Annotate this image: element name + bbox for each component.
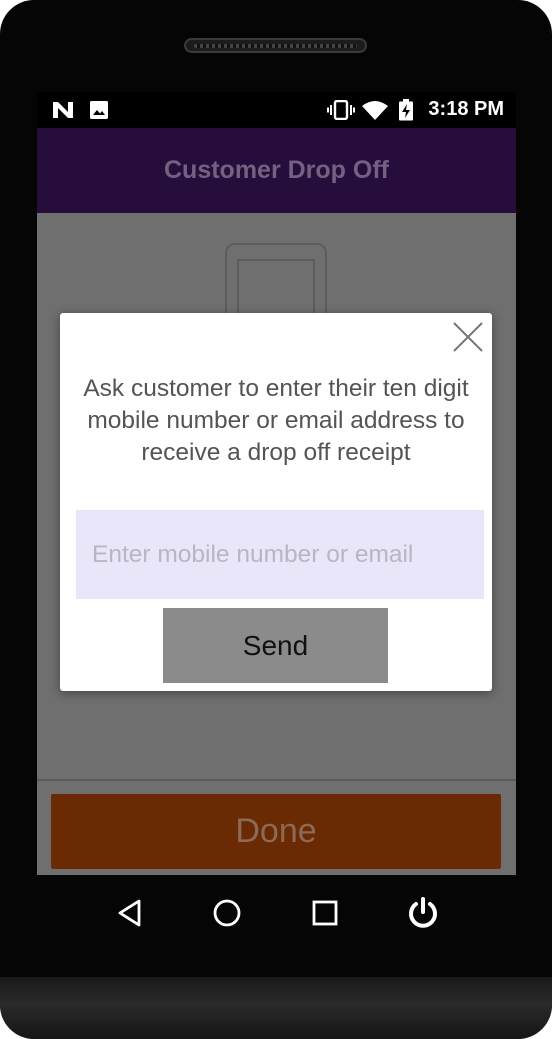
- done-button[interactable]: Done: [51, 794, 501, 869]
- battery-charging-icon: [398, 99, 414, 121]
- send-button[interactable]: Send: [163, 608, 388, 683]
- n-notification-icon: [51, 100, 75, 120]
- navigation-bar: [37, 875, 516, 947]
- divider: [37, 779, 516, 781]
- status-time: 3:18 PM: [428, 98, 504, 120]
- back-icon[interactable]: [110, 893, 150, 933]
- device-frame: 3:18 PM Customer Drop Off Done Ask custo…: [0, 0, 552, 1039]
- vibrate-icon: [327, 100, 355, 120]
- send-button-label: Send: [242, 629, 309, 661]
- close-icon[interactable]: [452, 321, 484, 353]
- wifi-icon: [361, 100, 389, 120]
- power-icon[interactable]: [403, 893, 443, 933]
- mobile-or-email-input[interactable]: [76, 510, 484, 599]
- app-bar: Customer Drop Off: [37, 128, 516, 213]
- receipt-dialog: Ask customer to enter their ten digit mo…: [60, 313, 492, 691]
- status-bar: 3:18 PM: [37, 92, 516, 128]
- dialog-message: Ask customer to enter their ten digit mo…: [83, 375, 469, 466]
- recents-icon[interactable]: [305, 893, 345, 933]
- earpiece-speaker: [184, 38, 367, 53]
- done-button-label: Done: [235, 812, 317, 850]
- image-notification-icon: [88, 100, 110, 120]
- device-chin: [0, 977, 552, 1039]
- page-title: Customer Drop Off: [164, 156, 389, 184]
- home-icon[interactable]: [207, 893, 247, 933]
